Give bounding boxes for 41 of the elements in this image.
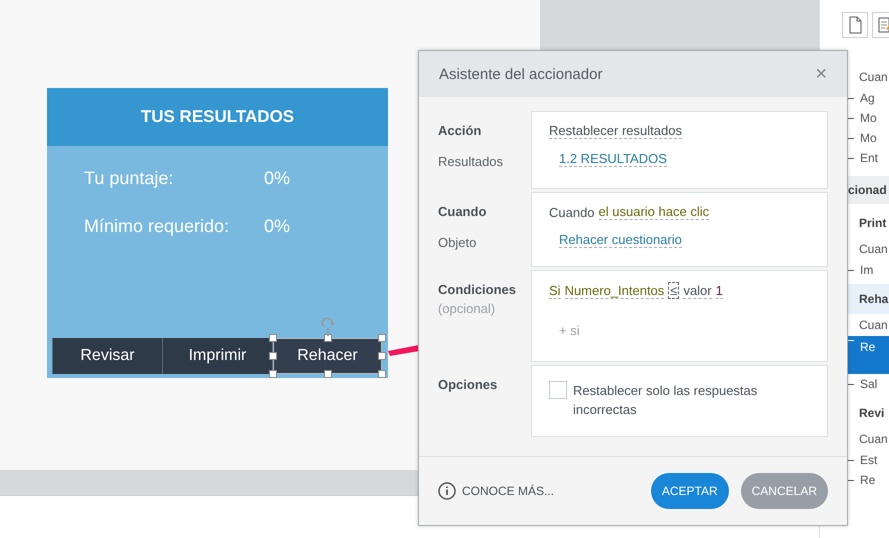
accept-button[interactable]: ACEPTAR bbox=[650, 473, 729, 509]
rotate-handle-icon[interactable] bbox=[320, 316, 334, 336]
score-label: Mínimo requerido: bbox=[84, 216, 230, 237]
object-link[interactable]: 1.2 RESULTADOS bbox=[559, 151, 667, 167]
option-link[interactable]: Restablecer resultados bbox=[549, 123, 682, 139]
option-link[interactable]: el usuario hace clic bbox=[598, 204, 710, 220]
option-link[interactable]: 1 bbox=[716, 282, 723, 298]
results-title: TUS RESULTADOS bbox=[140, 107, 294, 127]
resize-handle[interactable] bbox=[378, 334, 386, 342]
section-label: Opciones bbox=[438, 377, 498, 392]
learn-more-text: CONOCE MÁS... bbox=[462, 484, 554, 498]
section-label: Acción bbox=[438, 123, 482, 138]
checkbox[interactable] bbox=[549, 381, 567, 399]
field-label: (opcional) bbox=[438, 301, 496, 316]
resize-handle[interactable] bbox=[378, 352, 386, 360]
resize-handle[interactable] bbox=[324, 334, 332, 342]
option-link[interactable]: Si bbox=[549, 282, 561, 298]
dialog-title: Asistente del accionador bbox=[439, 66, 602, 82]
object-link[interactable]: Rehacer cuestionario bbox=[559, 232, 682, 248]
option-link[interactable]: Numero_Intentos bbox=[564, 282, 664, 298]
resize-handle[interactable] bbox=[269, 352, 277, 360]
option-link[interactable]: ≤ bbox=[668, 282, 680, 299]
quiz-button[interactable]: Imprimir bbox=[162, 338, 272, 374]
section-label: Condiciones bbox=[438, 282, 518, 297]
new-page-icon[interactable] bbox=[842, 12, 868, 38]
score-value: 0% bbox=[264, 216, 290, 237]
resize-handle[interactable] bbox=[324, 370, 332, 378]
resize-handle[interactable] bbox=[269, 370, 277, 378]
info-icon bbox=[438, 482, 456, 500]
field-label: Objeto bbox=[438, 235, 478, 250]
field-label: Resultados bbox=[438, 154, 504, 169]
phrase-text: Cuando bbox=[549, 204, 595, 220]
option-link[interactable]: valor bbox=[683, 282, 712, 298]
score-label: Tu puntaje: bbox=[84, 168, 174, 189]
quiz-button[interactable]: Revisar bbox=[52, 338, 162, 374]
section-label: Cuando bbox=[438, 204, 488, 219]
learn-more-link[interactable]: CONOCE MÁS... bbox=[438, 482, 639, 500]
checkbox-label: Restablecer solo las respuestas incorrectas bbox=[573, 382, 758, 419]
score-value: 0% bbox=[264, 168, 290, 189]
resize-handle[interactable] bbox=[269, 334, 277, 342]
resize-handle[interactable] bbox=[378, 370, 386, 378]
